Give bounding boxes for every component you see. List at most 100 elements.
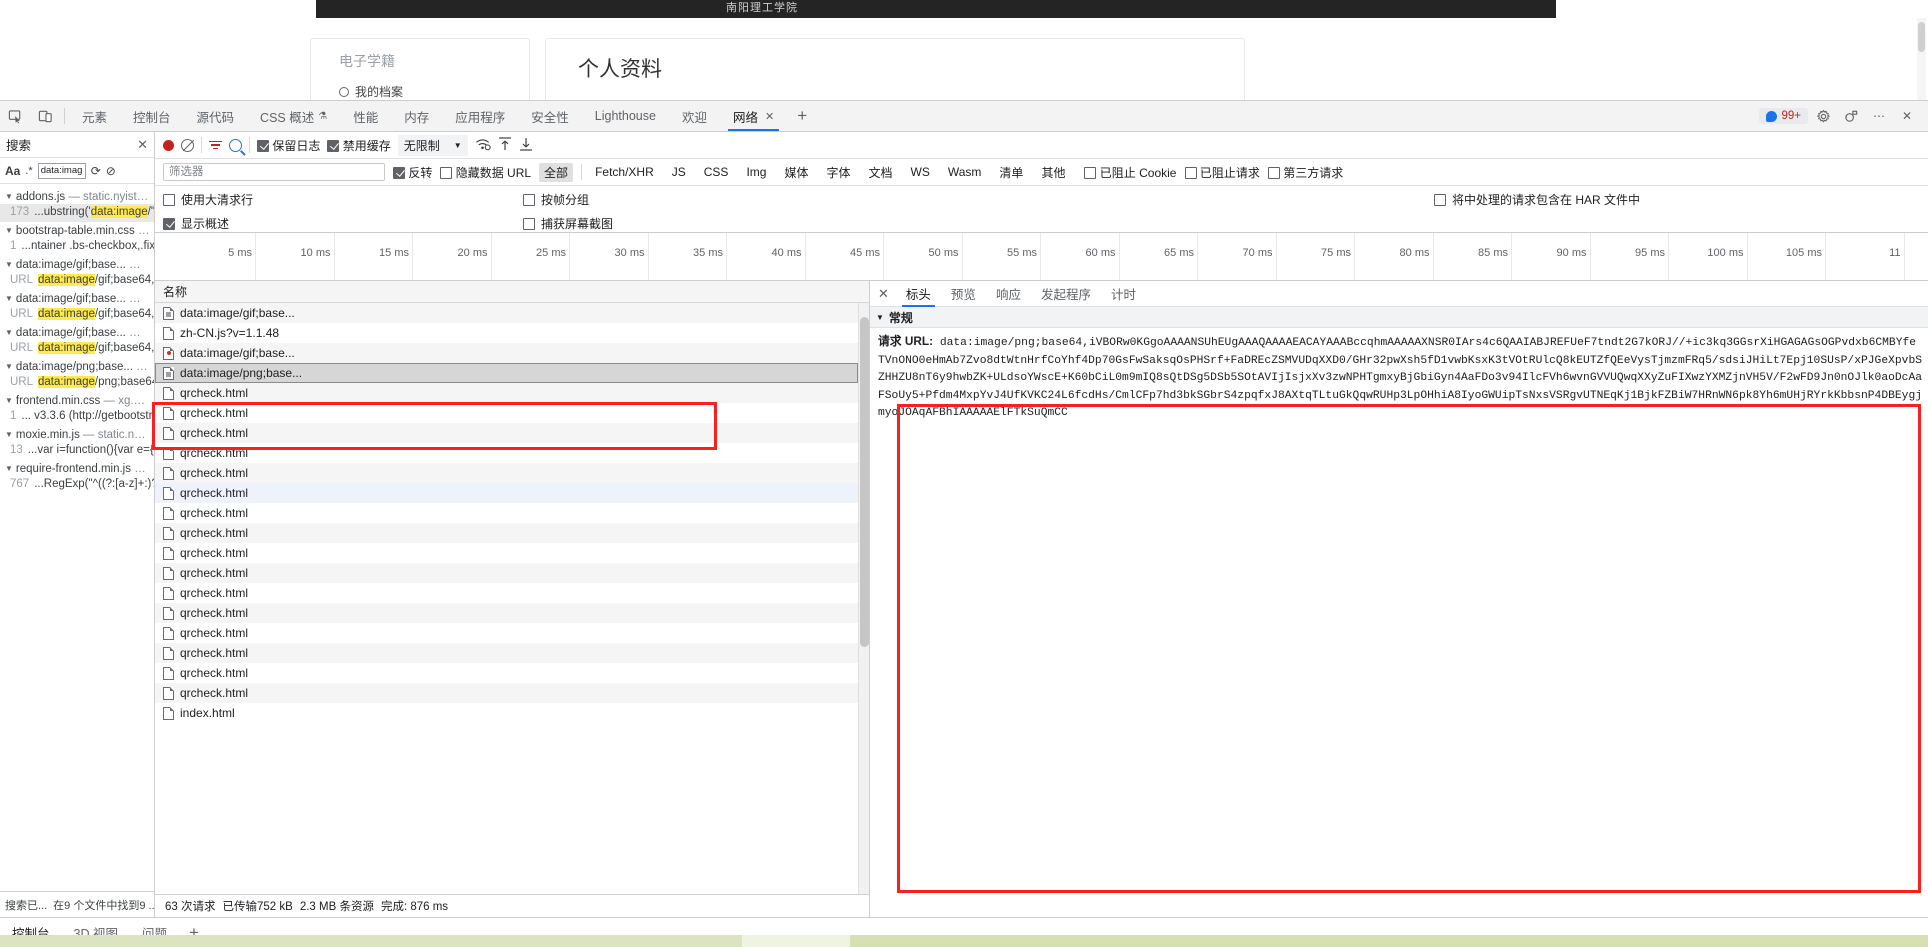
add-panel-button[interactable]: + — [787, 101, 817, 131]
sidebar-item-my-archive[interactable]: 我的档案 — [339, 83, 403, 100]
search-result-line[interactable]: URLdata:image/gif;base64,R0I.. — [0, 340, 154, 358]
tab-lighthouse[interactable]: Lighthouse — [582, 101, 669, 131]
table-row[interactable]: data:image/gif;base... — [155, 303, 858, 323]
table-row[interactable]: data:image/png;base... — [155, 363, 858, 383]
filter-type-doc[interactable]: 文档 — [864, 163, 898, 182]
search-result-line[interactable]: 173...ubstring('data:image/".l... — [0, 204, 154, 222]
preserve-log-toggle[interactable]: 保留日志 — [257, 137, 320, 154]
refresh-icon[interactable]: ⟳ — [91, 164, 101, 178]
tab-timing[interactable]: 计时 — [1102, 281, 1145, 307]
tab-initiator[interactable]: 发起程序 — [1032, 281, 1100, 307]
third-party-checkbox[interactable] — [1267, 166, 1280, 179]
close-search-icon[interactable]: ✕ — [137, 137, 148, 153]
search-result-group[interactable]: ▼require-frontend.min.js — xg.... — [0, 460, 154, 476]
table-row[interactable]: zh-CN.js?v=1.1.48 — [155, 323, 858, 343]
regex-button[interactable]: .* — [25, 165, 32, 177]
tab-welcome[interactable]: 欢迎 — [669, 101, 720, 131]
show-overview-toggle[interactable]: 显示概述 — [163, 215, 523, 232]
table-row[interactable]: qrcheck.html — [155, 643, 858, 663]
import-har-icon[interactable] — [498, 136, 512, 155]
clear-icon[interactable]: ⊘ — [106, 164, 116, 178]
match-case-button[interactable]: Aa — [5, 164, 20, 178]
close-detail-icon[interactable]: ✕ — [878, 286, 889, 302]
filter-type-ws[interactable]: WS — [906, 164, 935, 180]
third-party-toggle[interactable]: 第三方请求 — [1267, 164, 1343, 181]
search-result-group[interactable]: ▼data:image/gif;base... — data:.. — [0, 324, 154, 340]
search-result-line[interactable]: URLdata:image/png;base64,iV... — [0, 374, 154, 392]
tab-response[interactable]: 响应 — [987, 281, 1030, 307]
table-row[interactable]: qrcheck.html — [155, 603, 858, 623]
clear-network-icon[interactable] — [181, 138, 194, 152]
search-result-line[interactable]: URLdata:image/gif;base64,R0I... — [0, 272, 154, 290]
table-row[interactable]: qrcheck.html — [155, 483, 858, 503]
blocked-cookies-checkbox[interactable] — [1084, 166, 1097, 179]
big-request-rows-checkbox[interactable] — [163, 193, 175, 206]
filter-type-wasm[interactable]: Wasm — [943, 164, 987, 180]
table-row[interactable]: qrcheck.html — [155, 543, 858, 563]
disable-cache-toggle[interactable]: 禁用缓存 — [327, 137, 391, 154]
filter-icon[interactable] — [209, 140, 222, 150]
tab-elements[interactable]: 元素 — [69, 101, 120, 131]
filter-type-manifest[interactable]: 清单 — [994, 163, 1028, 182]
tab-sources[interactable]: 源代码 — [184, 101, 248, 131]
tab-css-overview[interactable]: CSS 概述 ⚗ — [247, 101, 340, 131]
device-toolbar-icon[interactable] — [30, 101, 60, 131]
tab-memory[interactable]: 内存 — [391, 101, 442, 131]
search-result-line[interactable]: 1...ntainer .bs-checkbox,.fixed... — [0, 238, 154, 256]
table-row[interactable]: index.html — [155, 703, 858, 723]
filter-type-font[interactable]: 字体 — [821, 163, 855, 182]
table-row[interactable]: qrcheck.html — [155, 623, 858, 643]
hide-data-urls-checkbox[interactable] — [440, 166, 453, 179]
tab-performance[interactable]: 性能 — [340, 101, 391, 131]
capture-screenshots-checkbox[interactable] — [523, 217, 535, 230]
search-result-line[interactable]: URLdata:image/gif;base64,iVB... — [0, 306, 154, 324]
har-sanitize-checkbox[interactable] — [1433, 193, 1446, 206]
blocked-cookies-toggle[interactable]: 已阻止 Cookie — [1084, 164, 1177, 181]
disable-cache-checkbox[interactable] — [327, 139, 340, 152]
request-table-header[interactable]: 名称 — [155, 281, 869, 303]
inspect-element-icon[interactable] — [0, 101, 30, 131]
table-row[interactable]: qrcheck.html — [155, 443, 858, 463]
search-result-group[interactable]: ▼data:image/gif;base... — data:... — [0, 290, 154, 306]
table-row[interactable]: qrcheck.html — [155, 463, 858, 483]
tab-network[interactable]: 网络 ✕ — [720, 101, 787, 131]
general-section-header[interactable]: ▼ 常规 — [870, 307, 1928, 328]
table-row[interactable]: qrcheck.html — [155, 523, 858, 543]
preserve-log-checkbox[interactable] — [257, 139, 269, 152]
table-row[interactable]: qrcheck.html — [155, 403, 858, 423]
table-row[interactable]: data:image/gif;base... — [155, 343, 858, 363]
blocked-requests-toggle[interactable]: 已阻止请求 — [1184, 164, 1260, 181]
table-row[interactable]: qrcheck.html — [155, 683, 858, 703]
big-request-rows-toggle[interactable]: 使用大清求行 — [163, 191, 523, 208]
group-by-frame-toggle[interactable]: 按帧分组 — [523, 191, 943, 208]
search-result-line[interactable]: 13...var i=function(){var e={};r... — [0, 442, 154, 460]
table-row[interactable]: qrcheck.html — [155, 423, 858, 443]
search-input[interactable]: data:imag — [37, 162, 86, 179]
tab-security[interactable]: 安全性 — [518, 101, 582, 131]
devtools-customize-icon[interactable] — [1838, 104, 1864, 128]
table-row[interactable]: qrcheck.html — [155, 503, 858, 523]
request-table-scrollbar[interactable] — [858, 303, 869, 894]
gear-icon[interactable] — [1810, 104, 1836, 128]
show-overview-checkbox[interactable] — [163, 217, 175, 230]
table-row[interactable]: qrcheck.html — [155, 563, 858, 583]
search-icon[interactable] — [229, 138, 242, 152]
blocked-requests-checkbox[interactable] — [1184, 166, 1197, 179]
record-stop-icon[interactable] — [163, 139, 174, 151]
filter-type-all[interactable]: 全部 — [539, 162, 574, 182]
more-options-icon[interactable]: ⋯ — [1866, 104, 1892, 128]
filter-type-other[interactable]: 其他 — [1036, 163, 1070, 182]
page-scrollbar[interactable] — [1917, 18, 1926, 100]
invert-checkbox[interactable] — [393, 166, 405, 179]
search-result-group[interactable]: ▼data:image/png;base... — dat... — [0, 358, 154, 374]
search-result-group[interactable]: ▼frontend.min.css — xg.nyist.vi... — [0, 392, 154, 408]
search-result-group[interactable]: ▼moxie.min.js — static.nyist.vip... — [0, 426, 154, 442]
filter-type-media[interactable]: 媒体 — [779, 163, 813, 182]
search-result-group[interactable]: ▼addons.js — static.nyist.vip/as... — [0, 188, 154, 204]
throttling-select[interactable]: 无限制 ▼ — [397, 134, 468, 156]
search-result-line[interactable]: 1... v3.3.6 (http://getbootstrap... — [0, 408, 154, 426]
tab-console[interactable]: 控制台 — [120, 101, 184, 131]
issues-badge[interactable]: 99+ — [1759, 108, 1808, 124]
close-tab-icon[interactable]: ✕ — [765, 110, 774, 123]
search-result-line[interactable]: 767...RegExp("^((?:[a-z]+:)?\V... — [0, 476, 154, 494]
